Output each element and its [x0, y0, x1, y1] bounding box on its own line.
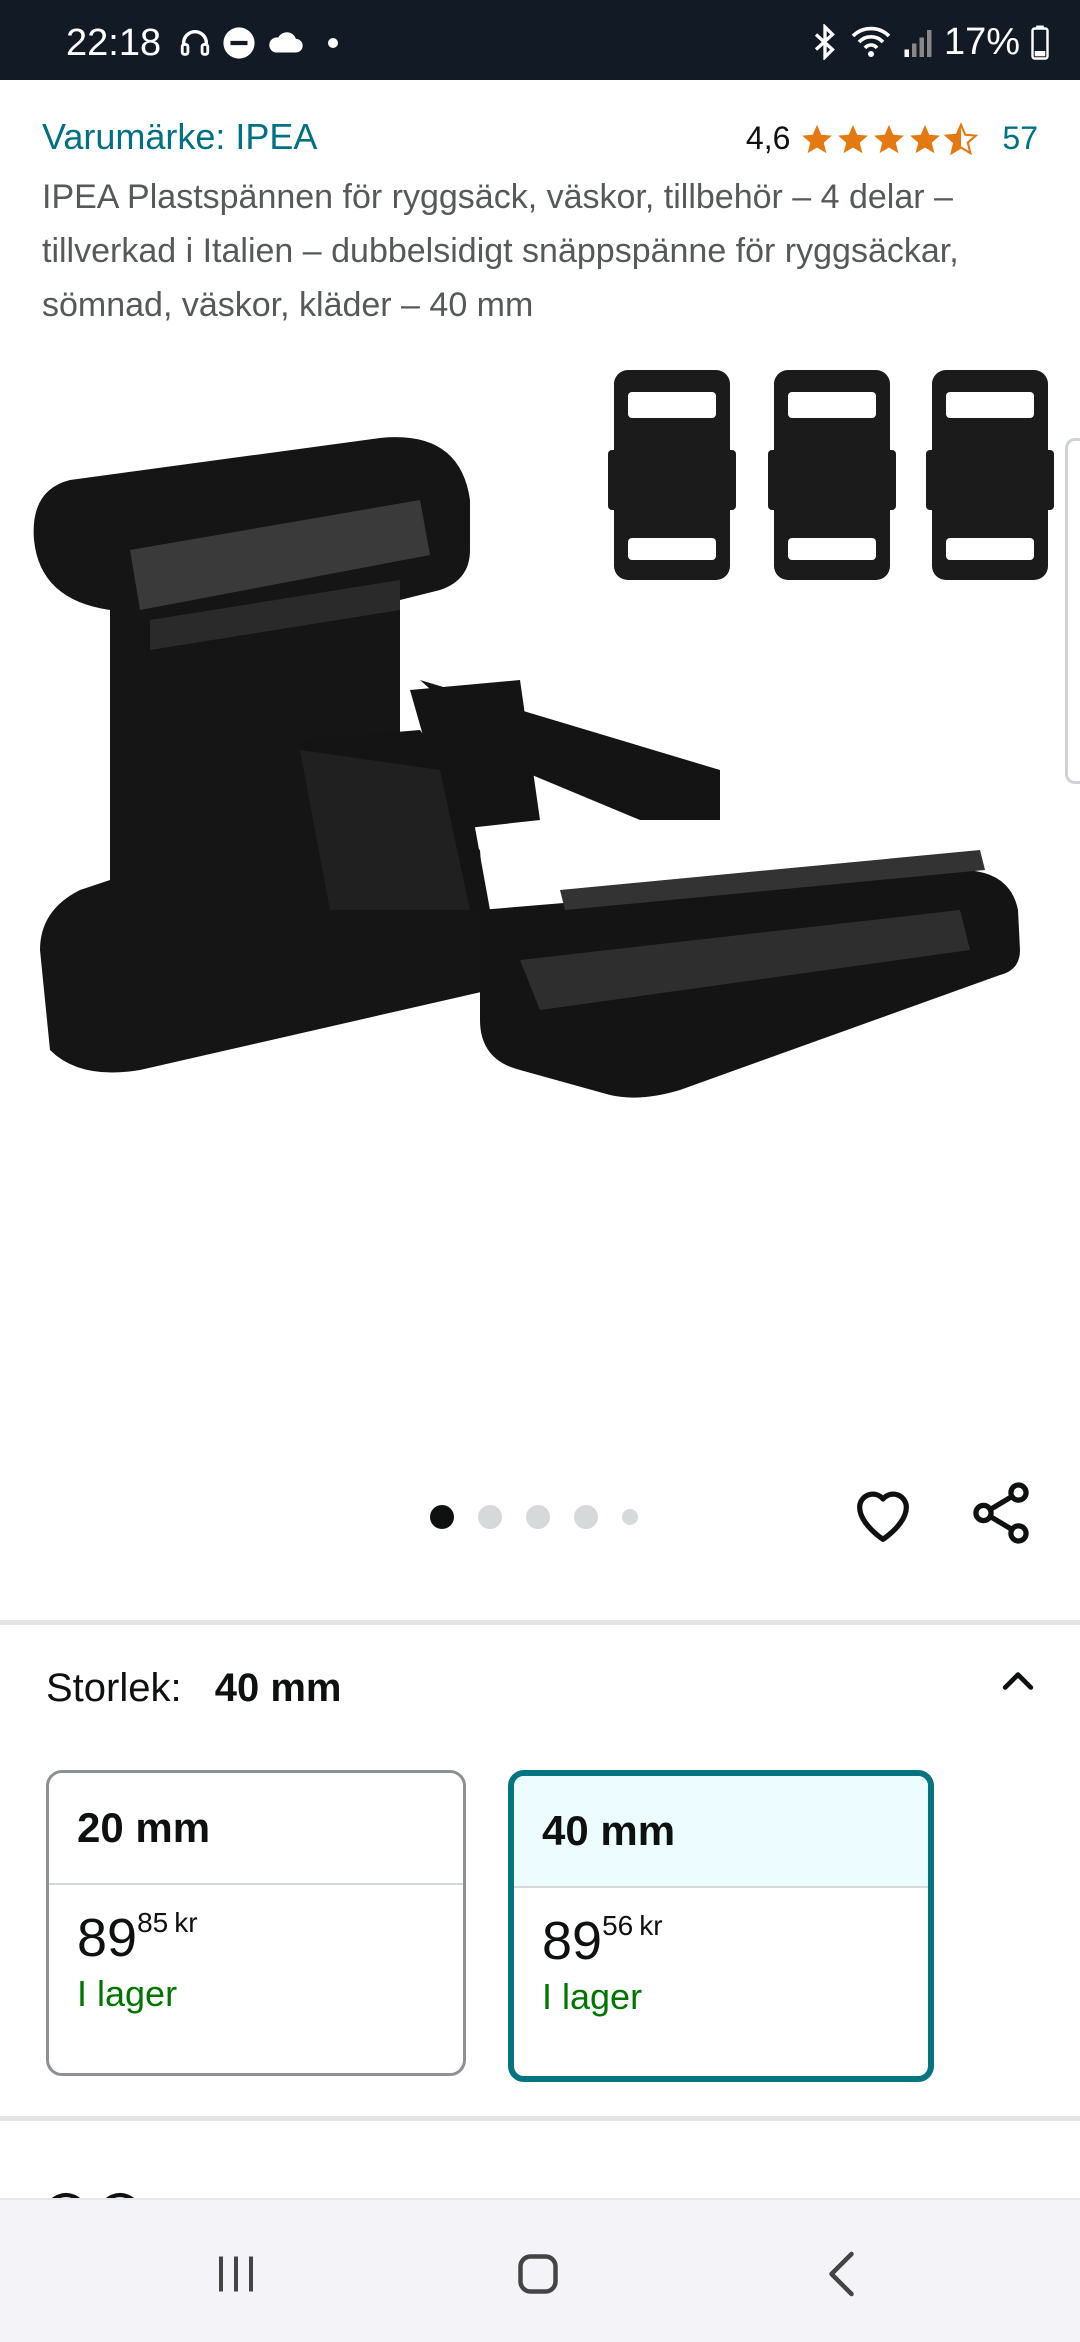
buckle-male — [300, 680, 1020, 1098]
section-divider — [0, 1620, 1080, 1625]
back-icon[interactable] — [814, 2244, 874, 2304]
size-option-price: 8985 kr — [49, 1907, 463, 1969]
stock-status: I lager — [542, 1976, 643, 2017]
star-rating — [800, 121, 979, 156]
size-option-40mm[interactable]: 40 mm 8956 kr I lager — [508, 1770, 934, 2082]
status-icons-right: 17% — [810, 20, 1050, 63]
image-carousel-dots[interactable] — [430, 1505, 638, 1529]
status-time: 22:18 — [66, 22, 162, 64]
star-icon — [910, 124, 941, 153]
buckle-thumbnails — [608, 370, 1054, 580]
image-scroll-indicator — [1065, 438, 1080, 784]
size-key: Storlek: — [46, 1666, 182, 1710]
cloud-icon — [269, 32, 303, 53]
price-whole: 89 — [542, 1911, 603, 1971]
recent-apps-icon[interactable] — [206, 2244, 266, 2304]
wifi-icon — [851, 26, 891, 57]
size-option-price: 8956 kr — [514, 1910, 928, 1972]
battery-icon — [1031, 25, 1049, 60]
price-currency: kr — [639, 1910, 663, 1941]
section-divider — [0, 2116, 1080, 2121]
navigation-bar — [0, 2198, 1080, 2342]
stock-status: I lager — [77, 1973, 178, 2014]
half-star-icon — [944, 121, 979, 155]
notification-dot — [328, 38, 338, 48]
carousel-dot[interactable] — [478, 1505, 502, 1529]
price-currency: kr — [174, 1907, 198, 1938]
size-option-label: 20 mm — [49, 1773, 463, 1885]
product-image[interactable] — [0, 350, 1080, 1450]
battery-percent: 17% — [943, 20, 1020, 63]
price-fraction: 85 — [137, 1907, 169, 1938]
star-icon — [802, 124, 833, 153]
carousel-dot[interactable] — [574, 1505, 598, 1529]
chevron-up-icon[interactable] — [996, 1660, 1040, 1704]
size-option-label: 40 mm — [514, 1776, 928, 1888]
rating-count: 57 — [1002, 120, 1038, 156]
rating-summary[interactable]: 4,6 57 — [746, 120, 1038, 157]
share-icon[interactable] — [966, 1478, 1036, 1548]
price-fraction: 56 — [602, 1910, 634, 1941]
do-not-disturb-icon — [223, 27, 255, 59]
heart-icon[interactable] — [848, 1478, 918, 1548]
size-option-20mm[interactable]: 20 mm 8985 kr I lager — [46, 1770, 466, 2076]
brand-link[interactable]: Varumärke: IPEA — [42, 116, 317, 158]
carousel-dot-active[interactable] — [430, 1505, 454, 1529]
home-icon[interactable] — [508, 2244, 568, 2304]
bluetooth-icon — [814, 24, 835, 60]
signal-icon — [904, 30, 932, 57]
star-icon — [874, 124, 905, 153]
price-whole: 89 — [77, 1908, 138, 1968]
carousel-dot[interactable] — [526, 1505, 550, 1529]
size-label: Storlek: 40 mm — [46, 1666, 341, 1711]
carousel-dot[interactable] — [622, 1509, 638, 1525]
rating-value: 4,6 — [745, 120, 791, 156]
status-icons-left — [178, 26, 338, 60]
product-title: IPEA Plastspännen för ryggsäck, väskor, … — [42, 178, 959, 324]
status-bar: 22:18 17% — [0, 0, 1080, 80]
size-selected-value: 40 mm — [214, 1666, 342, 1710]
headphones-icon — [180, 30, 210, 56]
star-icon — [838, 124, 869, 153]
